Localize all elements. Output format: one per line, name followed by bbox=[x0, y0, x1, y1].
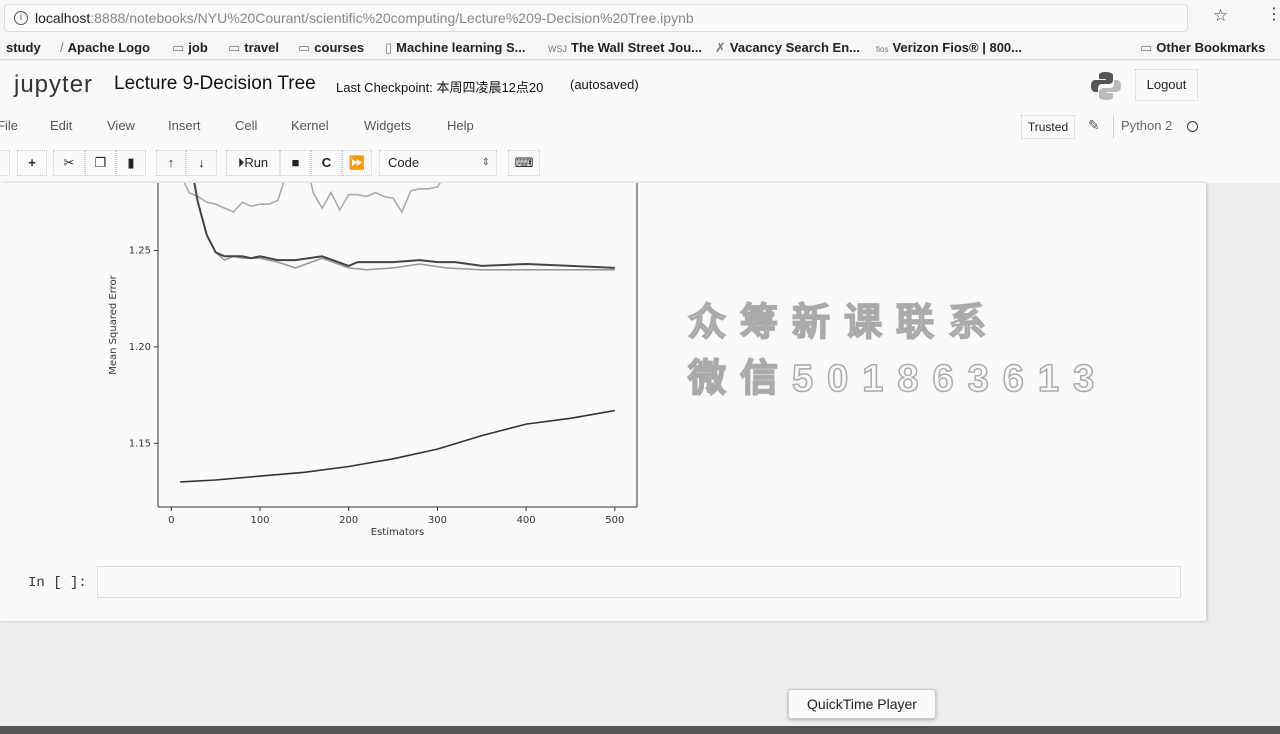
y-axis-label: Mean Squared Error bbox=[108, 274, 119, 374]
copy-button[interactable]: ❐ bbox=[85, 150, 116, 176]
y-tick-label: 1.15 bbox=[129, 438, 151, 449]
run-button[interactable]: ⏵Run bbox=[226, 150, 280, 176]
restart-run-all-button[interactable]: ⏩ bbox=[342, 150, 372, 176]
info-icon[interactable]: i bbox=[14, 11, 28, 25]
browser-menu-icon[interactable]: ⋮ bbox=[1266, 4, 1280, 24]
keyboard-shortcuts-button[interactable]: ⌨ bbox=[508, 150, 540, 176]
page-icon: ▯ bbox=[385, 40, 393, 55]
bookmark-verizon[interactable]: fios Verizon Fios® | 800... bbox=[876, 40, 1022, 55]
kernel-idle-icon bbox=[1187, 121, 1198, 132]
menu-insert[interactable]: Insert bbox=[168, 118, 201, 133]
paste-icon: ▮ bbox=[127, 155, 135, 170]
dock bbox=[0, 726, 1280, 734]
bookmarks-bar: study / Apache Logo ▭ job ▭ travel ▭ courses… bbox=[0, 36, 1280, 60]
pen-icon: / bbox=[60, 40, 64, 55]
bookmark-wsj[interactable]: WSJ The Wall Street Jou... bbox=[548, 40, 702, 55]
stop-icon: ■ bbox=[291, 155, 300, 170]
folder-icon: ▭ bbox=[298, 40, 311, 55]
menu-kernel[interactable]: Kernel bbox=[291, 118, 329, 133]
menu-help[interactable]: Help bbox=[447, 118, 474, 133]
trusted-indicator[interactable]: Trusted bbox=[1021, 115, 1075, 139]
folder-icon: ▭ bbox=[172, 40, 185, 55]
kernel-name[interactable]: Python 2 bbox=[1121, 118, 1172, 133]
logout-button[interactable]: Logout bbox=[1135, 69, 1198, 101]
x-tick-label: 300 bbox=[428, 515, 447, 526]
arrow-down-icon: ↓ bbox=[198, 155, 205, 170]
series-line-2 bbox=[193, 183, 615, 271]
cut-button[interactable]: ✂ bbox=[53, 150, 85, 176]
cell-prompt: In [ ]: bbox=[28, 575, 87, 591]
address-bar[interactable]: i localhost:8888/notebooks/NYU%20Courant/… bbox=[0, 0, 1280, 36]
bookmark-courses[interactable]: ▭ courses bbox=[298, 40, 364, 56]
dock-tooltip: QuickTime Player bbox=[788, 689, 936, 719]
insert-cell-button[interactable]: + bbox=[17, 150, 47, 176]
last-checkpoint: Last Checkpoint: 本周四凌晨12点20 bbox=[336, 80, 544, 95]
python-logo-icon bbox=[1091, 72, 1121, 100]
menu-file[interactable]: File bbox=[0, 118, 18, 133]
select-arrows-icon: ⇕ bbox=[481, 157, 490, 168]
mse-chart: 0 100 200 300 400 500 1.15 1.20 1.25 Estimators Me… bbox=[108, 183, 638, 538]
bookmark-star-icon[interactable]: ☆ bbox=[1213, 6, 1228, 26]
series-line-4 bbox=[180, 409, 615, 483]
bookmark-machine-learning[interactable]: ▯ Machine learning S... bbox=[385, 40, 525, 56]
url-field[interactable]: i localhost:8888/notebooks/NYU%20Courant/… bbox=[4, 4, 1188, 32]
move-up-button[interactable]: ↑ bbox=[156, 150, 186, 176]
series-line-1 bbox=[183, 183, 441, 214]
bookmark-other[interactable]: ▭ Other Bookmarks bbox=[1140, 40, 1265, 56]
bookmark-study[interactable]: study bbox=[6, 40, 41, 55]
wsj-icon: WSJ bbox=[548, 44, 567, 54]
x-axis-label: Estimators bbox=[371, 527, 424, 538]
restart-icon: C bbox=[321, 155, 332, 170]
fast-forward-icon: ⏩ bbox=[348, 155, 366, 170]
bookmark-job[interactable]: ▭ job bbox=[172, 40, 208, 56]
x-tick-label: 500 bbox=[605, 515, 624, 526]
bookmark-apache-logo[interactable]: / Apache Logo bbox=[60, 40, 150, 55]
scissors-icon: ✂ bbox=[63, 155, 75, 170]
series-line-3 bbox=[193, 183, 615, 269]
bookmark-travel[interactable]: ▭ travel bbox=[228, 40, 279, 56]
runner-icon: ✗ bbox=[715, 40, 726, 55]
autosave-status: (autosaved) bbox=[570, 77, 639, 92]
folder-icon: ▭ bbox=[1140, 40, 1153, 55]
notebook-title[interactable]: Lecture 9-Decision Tree bbox=[114, 73, 316, 95]
menu-view[interactable]: View bbox=[107, 118, 135, 133]
restart-button[interactable]: C bbox=[311, 150, 342, 176]
keyboard-icon: ⌨ bbox=[514, 155, 534, 170]
notebook-container: 0 100 200 300 400 500 1.15 1.20 1.25 Estimators Me… bbox=[0, 183, 1206, 621]
folder-icon: ▭ bbox=[228, 40, 241, 55]
paste-button[interactable]: ▮ bbox=[116, 150, 146, 176]
menu-cell[interactable]: Cell bbox=[235, 118, 257, 133]
jupyter-page: jupyter Lecture 9-Decision Tree Last Che… bbox=[0, 61, 1280, 726]
arrow-up-icon: ↑ bbox=[167, 155, 175, 170]
divider bbox=[1113, 116, 1114, 138]
x-tick-label: 100 bbox=[250, 515, 269, 526]
y-tick-label: 1.20 bbox=[129, 342, 151, 353]
code-cell-input[interactable] bbox=[97, 566, 1181, 598]
menu-edit[interactable]: Edit bbox=[50, 118, 72, 133]
notebook-header: jupyter Lecture 9-Decision Tree Last Che… bbox=[0, 61, 1280, 183]
cell-type-select[interactable]: Code ⇕ bbox=[379, 150, 497, 176]
jupyter-logo[interactable]: jupyter bbox=[14, 71, 93, 99]
x-tick-label: 200 bbox=[339, 515, 358, 526]
x-tick-label: 0 bbox=[168, 515, 174, 526]
verizon-icon: fios bbox=[876, 45, 889, 54]
y-tick-label: 1.25 bbox=[129, 246, 151, 257]
plus-icon: + bbox=[28, 155, 36, 170]
pencil-icon[interactable]: ✎ bbox=[1088, 117, 1100, 134]
interrupt-button[interactable]: ■ bbox=[280, 150, 311, 176]
copy-icon: ❐ bbox=[94, 155, 107, 170]
bookmark-vacancy-search[interactable]: ✗ Vacancy Search En... bbox=[715, 40, 860, 56]
move-down-button[interactable]: ↓ bbox=[186, 150, 217, 176]
menu-widgets[interactable]: Widgets bbox=[364, 118, 411, 133]
x-tick-label: 400 bbox=[517, 515, 536, 526]
save-button[interactable] bbox=[0, 150, 10, 176]
watermark: 众筹新课联系 微信501863613 bbox=[687, 301, 1109, 401]
